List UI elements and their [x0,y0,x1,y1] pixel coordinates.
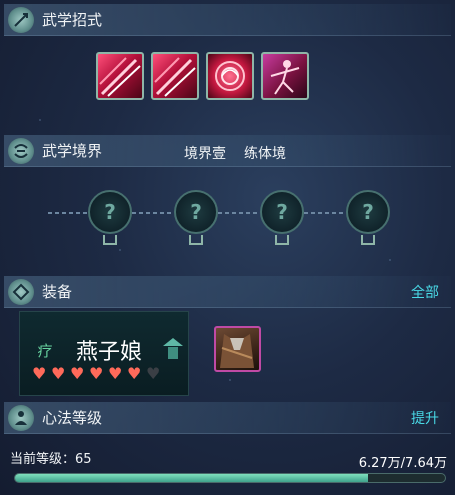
rose-skill-icon [215,61,245,91]
upgrade-link[interactable]: 提升 [411,408,439,428]
locked-node-icon: ? [362,200,374,224]
skill-slot-1[interactable] [96,52,144,100]
realm-node-2[interactable]: ? [174,190,218,234]
swirl-icon [8,137,34,164]
realm-node-track: ? ? ? ? [0,188,455,248]
equipment-title: 装备 [42,283,73,301]
locked-node-icon: ? [190,200,202,224]
level-progress-fill [15,474,368,482]
companion-card[interactable]: 疗 燕子娘 ♥ ♥ ♥ ♥ ♥ ♥ ♥ [19,311,189,396]
skill-slot-4[interactable] [261,52,309,100]
node-base [361,235,375,245]
heart-filled-icon: ♥ [32,364,47,383]
realm-stage: 练体境 [244,146,286,162]
slash-skill-icon [99,57,141,97]
martial-skills-header: 武学招式 [4,4,451,36]
martial-realm-title: 武学境界 [42,142,103,160]
realm-node-3[interactable]: ? [260,190,304,234]
track-segment [218,212,260,214]
equipment-header: 装备 全部 [4,276,451,308]
martial-realm-header: 武学境界 [4,135,451,167]
realm-node-1[interactable]: ? [88,190,132,234]
slash-skill-icon [154,57,196,97]
affection-hearts: ♥ ♥ ♥ ♥ ♥ ♥ ♥ [32,366,163,382]
martial-skills-title: 武学招式 [42,11,103,29]
node-base [275,235,289,245]
dancer-skill-icon [270,60,300,95]
view-all-link[interactable]: 全部 [411,282,439,302]
node-base [103,235,117,245]
node-base [189,235,203,245]
heart-empty-icon: ♥ [146,364,161,383]
robe-item-icon [220,334,254,368]
emblem-icon [8,278,34,305]
heart-filled-icon: ♥ [51,364,66,383]
skill-slot-3[interactable] [206,52,254,100]
skill-slot-2[interactable] [151,52,199,100]
mind-method-header: 心法等级 提升 [4,402,451,434]
equipment-slot-robe[interactable] [214,326,261,372]
heart-filled-icon: ♥ [108,364,123,383]
meditation-icon [8,404,34,431]
heart-filled-icon: ♥ [70,364,85,383]
level-progress-text: 6.27万/7.64万 [358,456,447,471]
locked-node-icon: ? [276,200,288,224]
heart-filled-icon: ♥ [89,364,104,383]
realm-name: 境界壹 [184,146,226,162]
track-segment [48,212,88,214]
mind-method-title: 心法等级 [42,409,103,427]
heal-badge: 疗 [37,342,53,360]
realm-node-4[interactable]: ? [346,190,390,234]
current-level: 当前等级：65 [10,452,92,467]
level-progress-bar [14,473,446,483]
companion-name: 燕子娘 [76,340,143,365]
heart-filled-icon: ♥ [127,364,142,383]
track-segment [304,212,346,214]
sword-icon [8,6,34,33]
straw-hat-icon [163,338,183,359]
locked-node-icon: ? [104,200,116,224]
skill-list [96,52,309,100]
track-segment [132,212,174,214]
